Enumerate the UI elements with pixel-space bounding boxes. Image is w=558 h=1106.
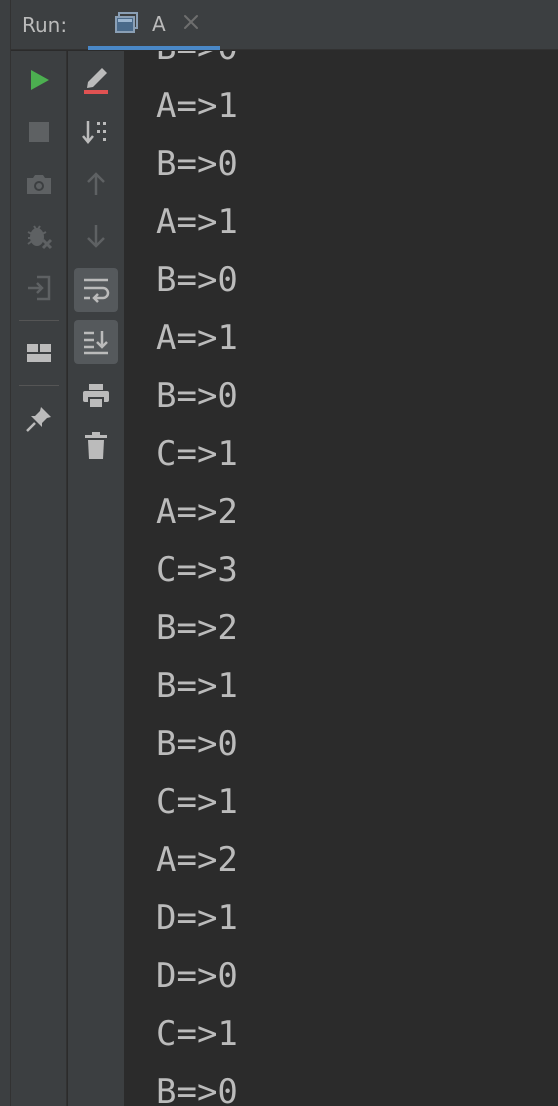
exit-icon — [25, 274, 53, 302]
toolbar-separator — [19, 385, 59, 386]
debug-icon — [25, 222, 53, 250]
console-line: B=>0 — [156, 144, 238, 184]
run-icon — [27, 68, 51, 92]
console-line: D=>0 — [156, 956, 238, 996]
console-line: B=>0 — [156, 724, 238, 764]
arrow-down-icon — [84, 223, 108, 249]
tab-active-indicator — [88, 46, 220, 50]
soft-wrap-icon — [81, 276, 111, 304]
console-line: A=>1 — [156, 318, 238, 358]
toolbar-separator — [19, 320, 59, 321]
console-line: A=>1 — [156, 86, 238, 126]
pin-button[interactable] — [17, 397, 61, 441]
clear-pencil-icon — [82, 66, 110, 94]
up-button[interactable] — [74, 162, 118, 206]
run-button[interactable] — [17, 58, 61, 102]
pin-icon — [25, 405, 53, 433]
console-line: B=>0 — [156, 51, 238, 68]
layout-icon — [26, 342, 52, 364]
console-line: C=>3 — [156, 550, 238, 590]
trash-icon — [83, 431, 109, 461]
tab-a[interactable]: A — [88, 0, 220, 50]
console-window-icon — [115, 11, 139, 35]
scroll-to-end-toggle[interactable] — [74, 320, 118, 364]
stop-icon — [28, 121, 50, 143]
dump-threads-button[interactable] — [17, 162, 61, 206]
run-toolbar-right — [68, 51, 125, 1106]
console-line: B=>0 — [156, 1072, 238, 1106]
console-output[interactable]: B=>0 A=>1 B=>0 A=>1 B=>0 A=>1 B=>0 C=>1 … — [126, 51, 558, 1106]
console-line: C=>1 — [156, 434, 238, 474]
console-line: B=>1 — [156, 666, 238, 706]
console-line: B=>2 — [156, 608, 238, 648]
run-header: Run: A — [11, 0, 558, 50]
debug-button[interactable] — [17, 214, 61, 258]
console-line: C=>1 — [156, 782, 238, 822]
console-line: A=>2 — [156, 840, 238, 880]
layout-button[interactable] — [17, 331, 61, 375]
console-line: A=>2 — [156, 492, 238, 532]
print-button[interactable] — [74, 374, 118, 418]
run-toolbar-left — [11, 51, 67, 1106]
clear-all-button[interactable] — [74, 58, 118, 102]
run-label: Run: — [22, 13, 68, 37]
soft-wrap-toggle[interactable] — [74, 268, 118, 312]
sort-button[interactable] — [74, 110, 118, 154]
console-line: A=>1 — [156, 202, 238, 242]
arrow-up-icon — [84, 171, 108, 197]
down-button[interactable] — [74, 214, 118, 258]
tab-title: A — [152, 12, 166, 36]
console-line: B=>0 — [156, 376, 238, 416]
sort-icon — [82, 119, 110, 145]
close-icon[interactable] — [180, 11, 202, 33]
scroll-to-end-icon — [81, 328, 111, 356]
clear-button[interactable] — [74, 424, 118, 468]
console-line: D=>1 — [156, 898, 238, 938]
exit-button[interactable] — [17, 266, 61, 310]
camera-icon — [25, 172, 53, 196]
console-line: B=>0 — [156, 260, 238, 300]
console-line: C=>1 — [156, 1014, 238, 1054]
print-icon — [81, 382, 111, 410]
stop-button[interactable] — [17, 110, 61, 154]
left-edge-strip — [0, 0, 11, 1106]
